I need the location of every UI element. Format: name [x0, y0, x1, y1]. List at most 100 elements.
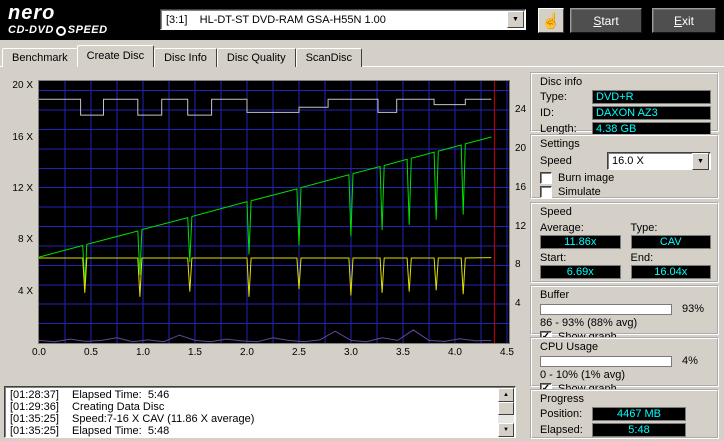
- x-axis-tick: 2.0: [240, 347, 254, 358]
- speed-setting-label: Speed: [540, 155, 572, 167]
- x-axis-tick: 0.5: [84, 347, 98, 358]
- average-value: 11.86x: [540, 235, 621, 249]
- drive-select-value: [3:1] HL-DT-ST DVD-RAM GSA-H55N 1.00: [166, 14, 507, 26]
- log-timestamp: [01:35:25]: [10, 426, 72, 437]
- position-label: Position:: [540, 408, 592, 420]
- start-button[interactable]: Start: [570, 8, 642, 33]
- burn-image-label: Burn image: [558, 172, 614, 184]
- y-axis-left-tick: 4 X: [4, 286, 33, 297]
- tab-benchmark[interactable]: Benchmark: [2, 48, 78, 67]
- progress-title: Progress: [540, 393, 711, 405]
- y-axis-left-tick: 16 X: [4, 132, 33, 143]
- log-line: [01:29:36]Creating Data Disc: [10, 402, 495, 413]
- cpu-title: CPU Usage: [540, 341, 711, 353]
- log-line: [01:35:25]Speed:7-16 X CAV (11.86 X aver…: [10, 414, 495, 425]
- start-speed-label: Start:: [540, 252, 621, 264]
- log-message: Speed:7-16 X CAV (11.86 X average): [72, 414, 254, 425]
- y-axis-right-tick: 12: [515, 221, 526, 232]
- log-line: [01:28:37]Elapsed Time: 5:46: [10, 390, 495, 401]
- nero-logo: nero CD-DVD SPEED: [8, 3, 108, 36]
- log-message: Creating Data Disc: [72, 402, 164, 413]
- cpu-range: 0 - 10% (1% avg): [540, 369, 711, 381]
- logo-nero-text: nero: [8, 3, 108, 23]
- position-value: 4467 MB: [592, 407, 686, 421]
- scroll-down-button[interactable]: ▼: [498, 423, 514, 437]
- y-axis-right: 2420161284: [513, 81, 531, 345]
- average-label: Average:: [540, 222, 621, 234]
- chevron-down-icon[interactable]: ▼: [692, 153, 709, 170]
- simulate-label: Simulate: [558, 186, 601, 198]
- simulate-checkbox[interactable]: [540, 186, 552, 198]
- y-axis-right-tick: 24: [515, 104, 526, 115]
- y-axis-right-tick: 4: [515, 298, 521, 309]
- elapsed-label: Elapsed:: [540, 424, 592, 436]
- speed-select-value: 16.0 X: [612, 155, 644, 167]
- hand-icon: ☝: [542, 12, 561, 30]
- buffer-panel: Buffer 93% 86 - 93% (88% avg) ✓ Show gra…: [530, 285, 719, 335]
- x-axis-tick: 3.0: [344, 347, 358, 358]
- y-axis-right-tick: 8: [515, 259, 521, 270]
- speed-panel: Speed Average: Type: 11.86x CAV Start: E…: [530, 202, 719, 283]
- disc-icon: [56, 26, 66, 36]
- scroll-up-button[interactable]: ▲: [498, 388, 514, 402]
- scrollbar-thumb[interactable]: [498, 402, 514, 415]
- buffer-percent: 93%: [682, 303, 704, 315]
- log-line: [01:35:25]Elapsed Time: 5:48: [10, 426, 495, 437]
- log-lines: [01:28:37]Elapsed Time: 5:46[01:29:36]Cr…: [10, 390, 495, 437]
- log-timestamp: [01:28:37]: [10, 390, 72, 401]
- chevron-down-icon[interactable]: ▼: [507, 11, 524, 28]
- app-window: nero CD-DVD SPEED [3:1] HL-DT-ST DVD-RAM…: [0, 0, 724, 441]
- chart-area: 20 X16 X12 X8 X4 X 2420161284 0.00.51.01…: [4, 70, 528, 384]
- start-button-label: Start: [593, 14, 618, 28]
- series-source-speed: [39, 258, 491, 297]
- tab-scandisc[interactable]: ScanDisc: [296, 48, 362, 67]
- write-type-value: CAV: [631, 235, 712, 249]
- hand-pointer-button[interactable]: ☝: [538, 8, 564, 33]
- progress-panel: Progress Position: 4467 MB Elapsed: 5:48: [530, 389, 719, 439]
- tab-disc-quality[interactable]: Disc Quality: [217, 48, 296, 67]
- tab-disc-info[interactable]: Disc Info: [154, 48, 217, 67]
- buffer-range: 86 - 93% (88% avg): [540, 317, 711, 329]
- cpu-progressbar: [540, 356, 672, 367]
- log-message: Elapsed Time: 5:48: [72, 426, 169, 437]
- burn-image-checkbox[interactable]: [540, 172, 552, 184]
- exit-button[interactable]: Exit: [652, 8, 716, 33]
- y-axis-left: 20 X16 X12 X8 X4 X: [4, 81, 35, 345]
- chart-plot: [38, 80, 510, 344]
- scroll-up-icon: ▲: [503, 392, 509, 398]
- drive-select-dropdown[interactable]: [3:1] HL-DT-ST DVD-RAM GSA-H55N 1.00 ▼: [160, 9, 526, 30]
- title-bar: nero CD-DVD SPEED [3:1] HL-DT-ST DVD-RAM…: [0, 0, 724, 40]
- disc-id-label: ID:: [540, 107, 592, 119]
- end-speed-value: 16.04x: [631, 265, 712, 279]
- log-scrollbar[interactable]: ▲ ▼: [498, 388, 514, 437]
- settings-panel: Settings Speed 16.0 X ▼ Burn image Simul…: [530, 134, 719, 199]
- write-type-label: Type:: [631, 222, 712, 234]
- scroll-down-icon: ▼: [503, 427, 509, 433]
- y-axis-left-tick: 8 X: [4, 234, 33, 245]
- log-timestamp: [01:35:25]: [10, 414, 72, 425]
- speed-panel-title: Speed: [540, 206, 711, 218]
- buffer-title: Buffer: [540, 289, 711, 301]
- x-axis-tick: 3.5: [396, 347, 410, 358]
- disc-type-label: Type:: [540, 91, 592, 103]
- x-axis-tick: 2.5: [292, 347, 306, 358]
- disc-info-title: Disc info: [540, 76, 711, 88]
- series-buffer-level: [39, 99, 491, 115]
- y-axis-right-tick: 16: [515, 182, 526, 193]
- x-axis-tick: 4.5: [500, 347, 514, 358]
- settings-title: Settings: [540, 138, 711, 150]
- tab-create-disc[interactable]: Create Disc: [77, 45, 154, 67]
- exit-button-label: Exit: [674, 14, 694, 28]
- x-axis-tick: 4.0: [448, 347, 462, 358]
- buffer-progressbar: [540, 304, 672, 315]
- y-axis-left-tick: 12 X: [4, 183, 33, 194]
- disc-type-value: DVD+R: [592, 90, 711, 104]
- logo-cddvd-text: CD-DVD: [8, 25, 54, 36]
- start-speed-value: 6.69x: [540, 265, 621, 279]
- speed-select-dropdown[interactable]: 16.0 X ▼: [607, 152, 711, 170]
- series-cpu-usage: [39, 330, 491, 342]
- cpu-percent: 4%: [682, 355, 698, 367]
- speed-chart: [39, 81, 509, 343]
- x-axis-tick: 0.0: [32, 347, 46, 358]
- end-speed-label: End:: [631, 252, 712, 264]
